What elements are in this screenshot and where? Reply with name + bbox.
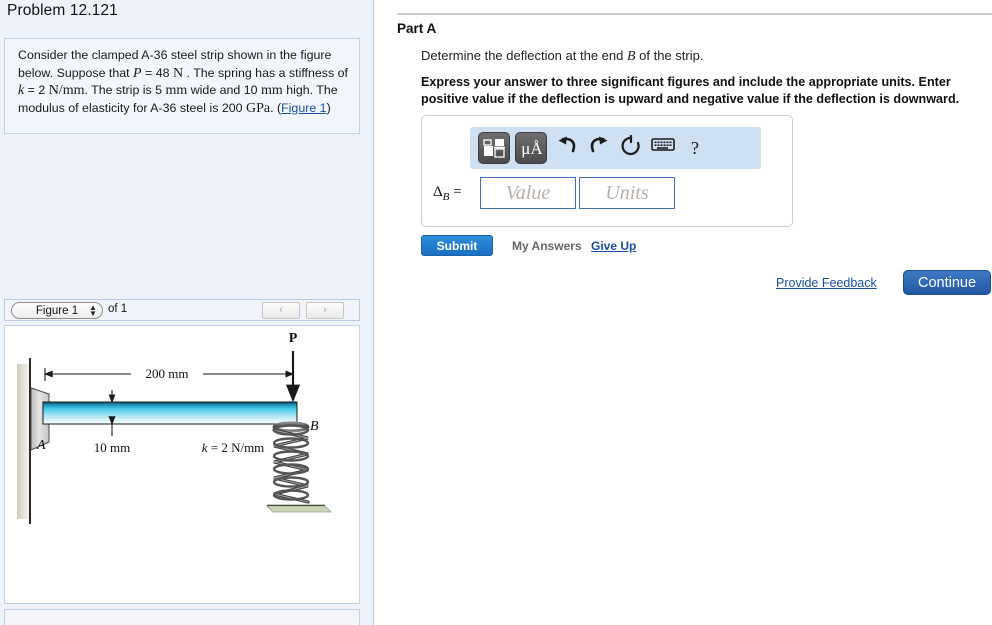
figure-footer-bar (4, 609, 360, 625)
figure-count-label: of 1 (108, 303, 128, 315)
units-icon-label: μÅ (521, 139, 543, 158)
beam-spring-diagram: 200 mm 10 mm P B A k = 2 N/mm (17, 331, 332, 524)
stmt-unit-nmm: N/mm (48, 83, 85, 99)
units-icon[interactable]: μÅ (515, 132, 547, 164)
keyboard-icon[interactable] (650, 135, 676, 161)
figure-1-link[interactable]: Figure 1 (281, 101, 326, 115)
page-title: Problem 12.121 (7, 2, 118, 19)
figure-prev-button[interactable]: ‹ (262, 302, 300, 319)
answer-entry-box: μÅ ? ΔB = Value Units (421, 115, 793, 227)
template-glyph (483, 139, 505, 158)
dim-height-label: 10 mm (94, 440, 130, 455)
question-symbol-b: B (626, 49, 636, 64)
stmt-seg-2: = 48 (141, 65, 173, 80)
stmt-unit-gpa: GPa (245, 100, 271, 116)
keyboard-glyph (651, 138, 675, 151)
math-toolbar: μÅ ? (470, 127, 761, 169)
value-input[interactable]: Value (480, 177, 576, 209)
stmt-unit-mm1: mm (165, 83, 188, 99)
stmt-unit-n: N (172, 65, 184, 81)
stmt-unit-mm2: mm (261, 83, 283, 99)
dim-length-label: 200 mm (146, 366, 189, 381)
question-suffix: of the strip. (635, 48, 704, 63)
section-divider (397, 13, 992, 15)
stmt-seg-6: = 2 (24, 83, 49, 98)
undo-icon[interactable] (554, 135, 580, 161)
point-label-b: B (310, 419, 319, 434)
stmt-seg-14: . ( (270, 100, 282, 115)
figure-select-value: Figure 1 (35, 305, 79, 317)
submit-button[interactable]: Submit (421, 235, 493, 256)
continue-button[interactable]: Continue (903, 270, 991, 295)
right-answer-panel: Part A Determine the deflection at the e… (375, 0, 992, 625)
question-prefix: Determine the deflection at the end (421, 48, 627, 63)
stmt-seg-10: wide and 10 (187, 83, 261, 98)
stmt-seg-4: . The spring has a stiffness of (183, 65, 348, 80)
answer-delta: Δ (433, 184, 443, 200)
stmt-seg-16: ) (326, 100, 331, 115)
stepper-arrows-icon: ▲ ▼ (89, 303, 97, 318)
spring-stiffness-label: k = 2 N/mm (202, 440, 265, 455)
problem-page: Problem 12.121 Consider the clamped A-36… (0, 0, 992, 625)
template-icon[interactable] (478, 132, 510, 164)
redo-glyph (590, 136, 608, 153)
problem-statement-text: Consider the clamped A-36 steel strip sh… (18, 47, 353, 117)
figure-next-button[interactable]: › (306, 302, 344, 319)
my-answers-link[interactable]: My Answers (512, 239, 582, 253)
answer-variable-label: ΔB = (433, 184, 462, 203)
answer-equals: = (453, 184, 462, 200)
reset-icon[interactable] (618, 134, 644, 161)
redo-icon[interactable] (586, 135, 612, 161)
point-label-a: A (36, 438, 46, 453)
force-label-p: P (289, 331, 298, 346)
figure-select[interactable]: Figure 1 ▲ ▼ (11, 302, 103, 319)
stmt-seg-8: . The strip is 5 (84, 83, 166, 98)
reset-glyph (621, 134, 640, 156)
provide-feedback-link[interactable]: Provide Feedback (776, 276, 877, 290)
answer-subscript: B (442, 191, 450, 203)
problem-statement-box: Consider the clamped A-36 steel strip sh… (4, 38, 360, 134)
undo-glyph (558, 136, 576, 153)
question-text: Determine the deflection at the end B of… (421, 48, 703, 65)
part-title: Part A (397, 21, 437, 36)
left-problem-panel: Problem 12.121 Consider the clamped A-36… (0, 0, 374, 625)
instruction-text: Express your answer to three significant… (421, 75, 960, 106)
stmt-var-p: P (133, 65, 142, 81)
units-input[interactable]: Units (579, 177, 675, 209)
figure-toolbar: Figure 1 ▲ ▼ of 1 ‹ › (4, 299, 360, 321)
give-up-link[interactable]: Give Up (591, 239, 636, 253)
figure-viewport: 200 mm 10 mm P B A k = 2 N/mm (4, 325, 360, 604)
help-icon[interactable]: ? (682, 135, 708, 161)
